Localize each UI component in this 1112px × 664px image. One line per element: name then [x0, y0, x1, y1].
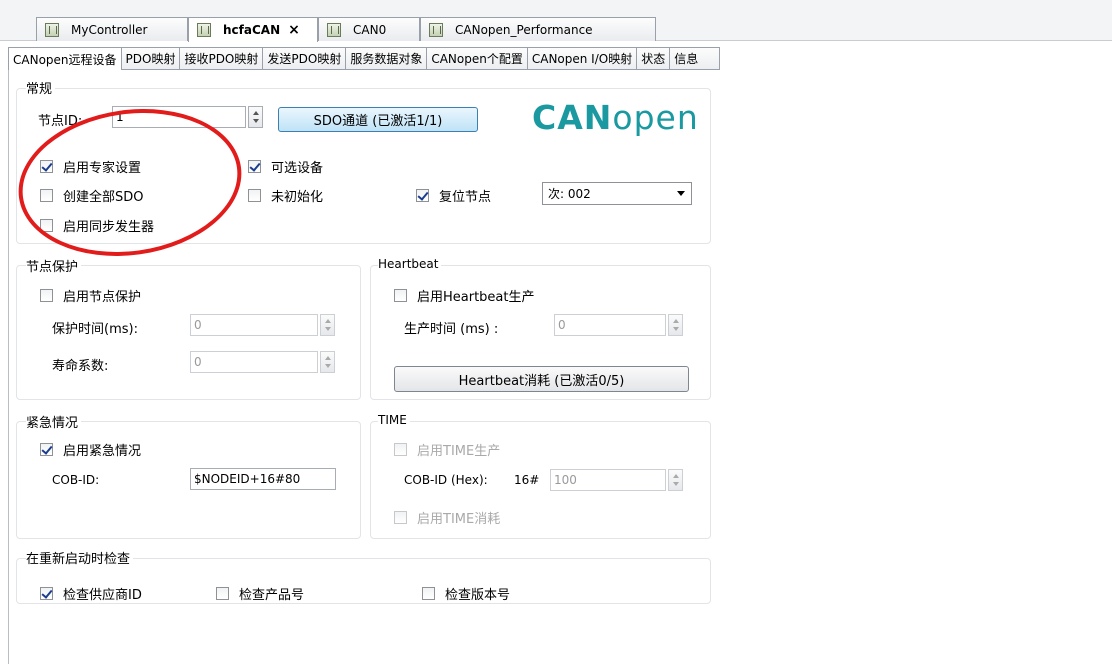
- tab-canopen-io-mapping[interactable]: CANopen I/O映射: [527, 47, 638, 70]
- reset-node-checkbox[interactable]: 复位节点: [416, 186, 491, 205]
- time-cobid-spinner[interactable]: [668, 469, 683, 491]
- emergency-title: 紧急情况: [26, 412, 82, 431]
- node-id-spinner[interactable]: [248, 106, 263, 128]
- node-guarding-checkbox[interactable]: 启用节点保护: [40, 286, 141, 305]
- emergency-cobid-label: COB-ID:: [52, 473, 100, 487]
- general-title: 常规: [26, 78, 56, 97]
- check-vendor-checkbox[interactable]: 检查供应商ID: [40, 584, 142, 603]
- guard-time-spinner[interactable]: [320, 314, 335, 336]
- uninitialized-checkbox[interactable]: 未初始化: [248, 186, 323, 205]
- tab-info[interactable]: 信息: [670, 47, 721, 70]
- life-factor-label: 寿命系数:: [52, 359, 109, 374]
- doc-tab-canopen-performance[interactable]: CANopen_Performance: [420, 17, 656, 41]
- tab-canopen-remote-device[interactable]: CANopen远程设备: [8, 47, 122, 71]
- check-revision-checkbox[interactable]: 检查版本号: [422, 584, 510, 603]
- doc-tab-can0[interactable]: CAN0: [318, 17, 420, 41]
- doc-tab-label: hcfaCAN: [223, 23, 281, 37]
- time-producer-checkbox[interactable]: 启用TIME生产: [394, 440, 500, 459]
- restart-check-title: 在重新启动时检查: [26, 548, 134, 567]
- close-icon[interactable]: ×: [288, 22, 300, 38]
- device-icon: [197, 23, 211, 37]
- emergency-cobid-input[interactable]: $NODEID+16#80: [190, 468, 336, 490]
- device-icon: [429, 22, 443, 37]
- reset-node-select[interactable]: 次: 002: [542, 182, 692, 205]
- doc-tab-mycontroller[interactable]: MyController: [36, 17, 188, 41]
- heartbeat-title: Heartbeat: [378, 257, 442, 271]
- guard-time-label: 保护时间(ms):: [52, 322, 138, 337]
- document-tab-bar: MyController hcfaCAN × CAN0 CANopen_Perf…: [0, 0, 1112, 42]
- heartbeat-consumer-button[interactable]: Heartbeat消耗 (已激活0/5): [394, 366, 689, 392]
- check-product-checkbox[interactable]: 检查产品号: [216, 584, 304, 603]
- time-cobid-label: COB-ID (Hex):: [404, 473, 488, 487]
- tab-canopen-config[interactable]: CANopen个配置: [427, 47, 528, 70]
- optional-device-checkbox[interactable]: 可选设备: [248, 157, 323, 176]
- life-factor-spinner[interactable]: [320, 351, 335, 373]
- doc-tab-hcfacan[interactable]: hcfaCAN ×: [188, 17, 318, 42]
- hex-prefix: 16#: [514, 473, 540, 487]
- emergency-checkbox[interactable]: 启用紧急情况: [40, 440, 141, 459]
- producer-time-input[interactable]: 0: [554, 314, 666, 336]
- tab-status[interactable]: 状态: [637, 47, 671, 70]
- producer-time-label: 生产时间 (ms) :: [404, 322, 499, 337]
- doc-tab-label: MyController: [71, 22, 148, 37]
- time-cobid-input[interactable]: 100: [550, 469, 666, 491]
- time-title: TIME: [378, 413, 410, 427]
- time-consumer-checkbox[interactable]: 启用TIME消耗: [394, 508, 500, 527]
- doc-tab-label: CANopen_Performance: [455, 22, 593, 37]
- editor-tab-strip: CANopen远程设备 PDO映射 接收PDO映射 发送PDO映射 服务数据对象…: [8, 47, 721, 71]
- chevron-down-icon: [677, 191, 685, 196]
- sdo-channel-button[interactable]: SDO通道 (已激活1/1): [278, 107, 478, 132]
- tab-send-pdo[interactable]: 发送PDO映射: [263, 47, 347, 70]
- tab-receive-pdo[interactable]: 接收PDO映射: [180, 47, 264, 70]
- nodeguard-title: 节点保护: [26, 256, 82, 275]
- tab-pdo-mapping[interactable]: PDO映射: [121, 47, 181, 70]
- device-icon: [45, 22, 59, 37]
- heartbeat-producer-checkbox[interactable]: 启用Heartbeat生产: [394, 286, 535, 305]
- canopen-logo: CANopen: [532, 98, 699, 137]
- producer-time-spinner[interactable]: [668, 314, 683, 336]
- device-icon: [327, 22, 341, 37]
- doc-tab-label: CAN0: [353, 22, 387, 37]
- life-factor-input[interactable]: 0: [190, 351, 318, 373]
- guard-time-input[interactable]: 0: [190, 314, 318, 336]
- tab-sdo[interactable]: 服务数据对象: [346, 47, 428, 70]
